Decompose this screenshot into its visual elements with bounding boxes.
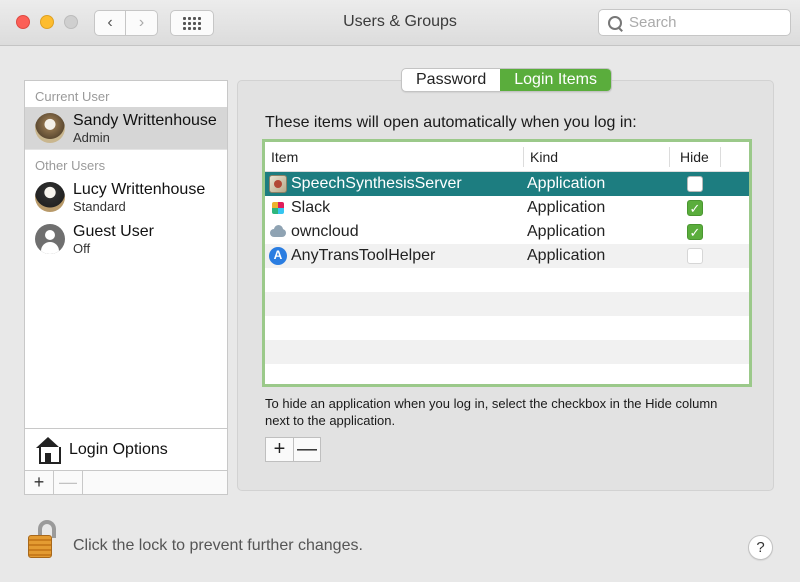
user-role: Standard bbox=[73, 198, 126, 214]
title-bar: ‹ › Users & Groups bbox=[0, 0, 800, 46]
column-header-hide[interactable]: Hide bbox=[669, 146, 721, 167]
user-row-sandy[interactable]: Sandy Writtenhouse Admin bbox=[25, 107, 227, 149]
house-icon bbox=[35, 436, 61, 464]
user-role: Admin bbox=[73, 129, 110, 145]
item-name: owncloud bbox=[291, 223, 359, 240]
login-items-instructions: These items will open automatically when… bbox=[265, 114, 637, 131]
add-login-item-button[interactable]: + bbox=[266, 438, 293, 461]
hide-checkbox[interactable] bbox=[687, 248, 703, 264]
empty-row bbox=[265, 364, 749, 384]
item-kind: Application bbox=[527, 199, 606, 216]
owncloud-app-icon bbox=[269, 223, 287, 241]
hide-checkbox[interactable]: ✓ bbox=[687, 224, 703, 240]
checkmark-icon: ✓ bbox=[689, 200, 701, 216]
hide-checkbox[interactable] bbox=[687, 176, 703, 192]
add-user-button[interactable]: + bbox=[25, 471, 54, 494]
remove-user-button[interactable]: — bbox=[54, 471, 83, 494]
empty-row bbox=[265, 316, 749, 340]
user-row-lucy[interactable]: Lucy Writtenhouse Standard bbox=[25, 176, 227, 218]
lock-icon[interactable] bbox=[28, 520, 58, 560]
item-name: SpeechSynthesisServer bbox=[291, 175, 462, 192]
empty-row bbox=[265, 292, 749, 316]
search-field[interactable] bbox=[598, 9, 791, 36]
item-kind: Application bbox=[527, 175, 606, 192]
tab-password[interactable]: Password bbox=[402, 69, 500, 91]
users-sidebar: Current User Sandy Writtenhouse Admin Ot… bbox=[24, 80, 228, 495]
table-row[interactable]: Slack Application ✓ bbox=[265, 196, 749, 220]
tab-login-items[interactable]: Login Items bbox=[500, 69, 611, 91]
login-items-button-bar: + — bbox=[265, 437, 321, 462]
current-user-label: Current User bbox=[35, 89, 110, 104]
user-name: Sandy Writtenhouse bbox=[73, 111, 217, 129]
help-button[interactable]: ? bbox=[748, 535, 773, 560]
user-name: Guest User bbox=[73, 222, 154, 240]
item-kind: Application bbox=[527, 247, 606, 264]
hide-checkbox[interactable]: ✓ bbox=[687, 200, 703, 216]
remove-login-item-button[interactable]: — bbox=[293, 438, 320, 461]
other-users-label: Other Users bbox=[35, 158, 106, 173]
speech-synthesis-app-icon bbox=[269, 175, 287, 193]
column-header-kind[interactable]: Kind bbox=[523, 146, 669, 167]
avatar bbox=[35, 182, 65, 212]
lock-status-text: Click the lock to prevent further change… bbox=[73, 537, 363, 554]
table-row[interactable]: SpeechSynthesisServer Application bbox=[265, 172, 749, 196]
empty-row bbox=[265, 340, 749, 364]
item-kind: Application bbox=[527, 223, 606, 240]
column-header-item[interactable]: Item bbox=[265, 147, 523, 167]
tab-control: Password Login Items bbox=[401, 68, 612, 92]
checkmark-icon: ✓ bbox=[689, 224, 701, 240]
table-row[interactable]: owncloud Application ✓ bbox=[265, 220, 749, 244]
search-input[interactable] bbox=[629, 14, 779, 31]
user-row-guest[interactable]: Guest User Off bbox=[25, 218, 227, 260]
table-row[interactable]: AnyTransToolHelper Application bbox=[265, 244, 749, 268]
slack-app-icon bbox=[269, 199, 287, 217]
user-role: Off bbox=[73, 240, 91, 256]
hide-hint-text: To hide an application when you log in, … bbox=[265, 396, 718, 428]
empty-row bbox=[265, 268, 749, 292]
login-items-table: Item Kind Hide SpeechSynthesisServer App… bbox=[262, 139, 752, 387]
login-options-label: Login Options bbox=[69, 440, 168, 458]
user-name: Lucy Writtenhouse bbox=[73, 180, 206, 198]
login-options-item[interactable]: Login Options bbox=[25, 428, 227, 470]
item-name: Slack bbox=[291, 199, 331, 216]
table-header: Item Kind Hide bbox=[265, 142, 749, 172]
item-name: AnyTransToolHelper bbox=[291, 247, 436, 264]
sidebar-button-bar: + — bbox=[25, 470, 227, 494]
guest-user-icon bbox=[35, 224, 65, 254]
anytrans-app-icon bbox=[269, 247, 287, 265]
search-icon bbox=[607, 15, 623, 31]
avatar bbox=[35, 113, 65, 143]
